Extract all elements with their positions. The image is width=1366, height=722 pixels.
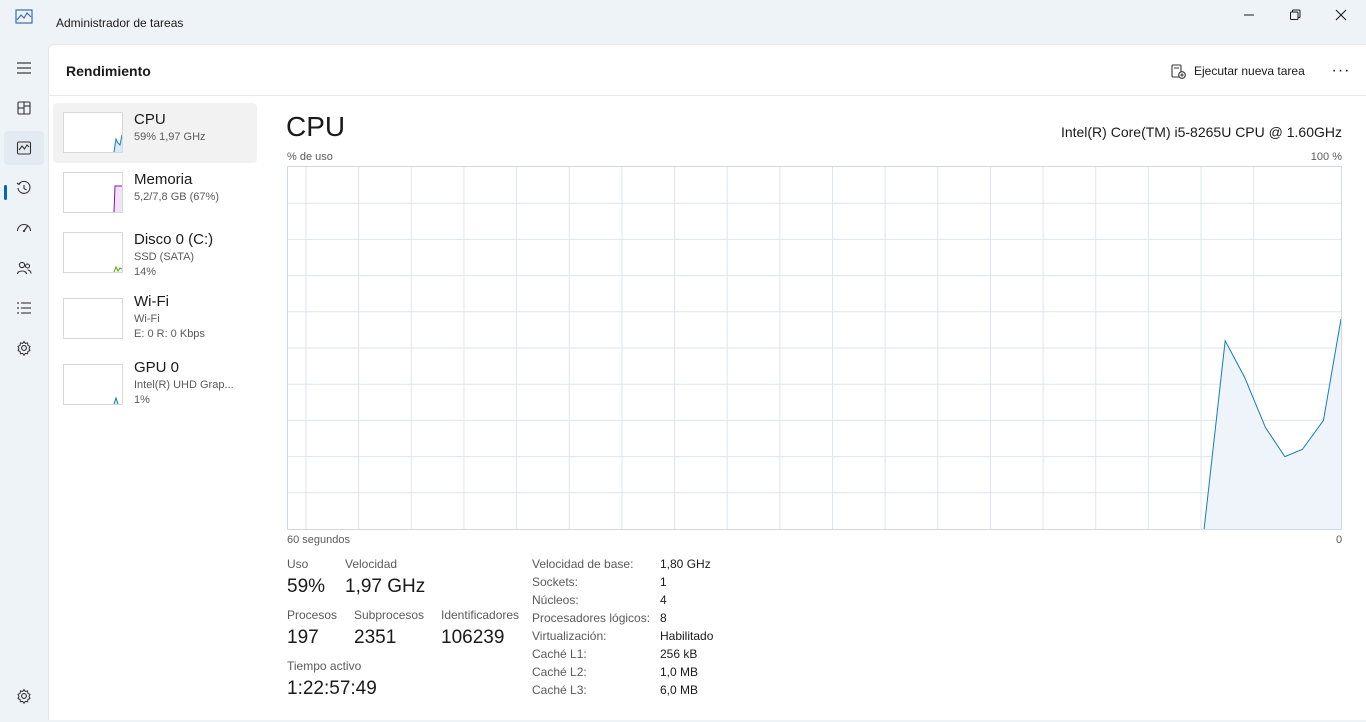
l1-cache-label: Caché L1: <box>532 647 587 661</box>
main-content: Rendimiento Ejecutar nueva tarea ··· CPU… <box>48 44 1366 720</box>
gpu-mini-graph <box>63 364 123 405</box>
l1-cache-value: 256 kB <box>660 647 698 661</box>
navigation-rail <box>0 44 48 722</box>
page-header: Rendimiento Ejecutar nueva tarea ··· <box>49 45 1366 96</box>
minimize-icon <box>1244 14 1254 16</box>
resource-detail: 59% 1,97 GHz <box>134 131 206 143</box>
resource-detail: 5,2/7,8 GB (67%) <box>134 191 219 203</box>
services-icon <box>17 340 31 356</box>
base-speed-value: 1,80 GHz <box>660 557 711 571</box>
logical-processors-label: Procesadores lógicos: <box>532 611 651 625</box>
details-icon <box>17 302 31 314</box>
new-task-icon <box>1171 63 1186 79</box>
cpu-usage-graph <box>287 166 1342 530</box>
uptime-label: Tiempo activo <box>287 659 362 673</box>
cores-label: Núcleos: <box>532 593 579 607</box>
memory-mini-graph <box>63 172 123 213</box>
maximize-button[interactable] <box>1272 0 1318 30</box>
minimize-button[interactable] <box>1226 0 1272 30</box>
page-title: Rendimiento <box>66 63 151 79</box>
handles-label: Identificadores <box>441 608 520 622</box>
startup-icon <box>16 223 32 233</box>
resource-item-wifi[interactable]: Wi-Fi Wi-Fi E: 0 R: 0 Kbps <box>53 289 257 349</box>
cpu-heading: CPU <box>286 111 346 142</box>
threads-label: Subprocesos <box>354 608 425 622</box>
more-options-icon: ··· <box>1331 62 1351 79</box>
time-axis-label: 60 segundos <box>287 534 350 546</box>
resource-name: Wi-Fi <box>134 293 169 310</box>
resource-name: Memoria <box>134 171 193 188</box>
close-button[interactable] <box>1318 0 1364 30</box>
more-options-button[interactable]: ··· <box>1327 59 1355 83</box>
nav-app-history[interactable] <box>4 171 44 205</box>
resource-item-gpu[interactable]: GPU 0 Intel(R) UHD Grap... 1% <box>53 355 257 415</box>
speed-value: 1,97 GHz <box>345 576 426 597</box>
usage-label: Uso <box>287 557 309 571</box>
settings-icon <box>17 688 31 704</box>
users-icon <box>16 261 32 275</box>
resource-item-disk[interactable]: Disco 0 (C:) SSD (SATA) 14% <box>53 223 257 283</box>
max-axis-label: 100 % <box>1310 151 1342 163</box>
cores-value: 4 <box>660 593 667 607</box>
resource-name: Disco 0 (C:) <box>134 231 214 248</box>
nav-users[interactable] <box>4 251 44 285</box>
processes-icon <box>17 101 31 115</box>
sockets-label: Sockets: <box>532 575 579 589</box>
logical-processors-value: 8 <box>660 611 667 625</box>
resource-detail: 14% <box>134 266 157 278</box>
cpu-model-name: Intel(R) Core(TM) i5-8265U CPU @ 1.60GHz <box>1060 124 1342 140</box>
virtualization-value: Habilitado <box>660 629 714 643</box>
resource-list: CPU 59% 1,97 GHz Memoria 5,2/7,8 GB (67%… <box>53 103 259 415</box>
resource-detail: SSD (SATA) <box>134 251 195 263</box>
processes-value: 197 <box>287 627 319 648</box>
window-title: Administrador de tareas <box>56 16 184 30</box>
history-icon <box>16 180 31 194</box>
l3-cache-label: Caché L3: <box>532 683 587 697</box>
l2-cache-label: Caché L2: <box>532 665 587 679</box>
menu-icon <box>17 62 31 74</box>
sockets-value: 1 <box>660 575 667 589</box>
uptime-value: 1:22:57:49 <box>287 678 377 699</box>
zero-axis-label: 0 <box>1336 534 1343 546</box>
performance-icon <box>16 141 32 155</box>
nav-settings[interactable] <box>4 679 44 713</box>
nav-processes[interactable] <box>4 91 44 125</box>
cpu-mini-graph <box>63 112 123 153</box>
resource-item-memory[interactable]: Memoria 5,2/7,8 GB (67%) <box>53 163 257 223</box>
hamburger-menu-button[interactable] <box>4 51 44 85</box>
usage-value: 59% <box>287 576 326 597</box>
resource-name: CPU <box>134 111 166 128</box>
handles-value: 106239 <box>441 627 505 648</box>
title-bar: Administrador de tareas <box>0 0 1366 44</box>
l2-cache-value: 1,0 MB <box>660 665 699 679</box>
disk-mini-graph <box>63 232 123 273</box>
virtualization-label: Virtualización: <box>532 629 607 643</box>
resource-detail: Wi-Fi <box>134 313 160 325</box>
run-new-task-label: Ejecutar nueva tarea <box>1194 64 1305 78</box>
wifi-mini-graph <box>63 298 123 339</box>
resource-detail: Intel(R) UHD Grap... <box>134 379 234 391</box>
restore-icon <box>1290 9 1301 20</box>
close-icon <box>1335 9 1347 21</box>
resource-name: GPU 0 <box>134 359 180 376</box>
l3-cache-value: 6,0 MB <box>660 683 699 697</box>
resource-detail: 1% <box>134 394 150 406</box>
processes-label: Procesos <box>287 608 338 622</box>
nav-details[interactable] <box>4 291 44 325</box>
resource-detail: E: 0 R: 0 Kbps <box>134 328 205 340</box>
base-speed-label: Velocidad de base: <box>532 557 634 571</box>
threads-value: 2351 <box>354 627 397 648</box>
cpu-usage-chart <box>288 167 1341 529</box>
nav-startup-apps[interactable] <box>4 211 44 245</box>
nav-performance[interactable] <box>4 131 44 165</box>
usage-axis-label: % de uso <box>287 151 333 163</box>
task-manager-app-icon <box>15 9 33 25</box>
run-new-task-button[interactable]: Ejecutar nueva tarea <box>1167 59 1309 83</box>
resource-item-cpu[interactable]: CPU 59% 1,97 GHz <box>53 103 257 163</box>
speed-label: Velocidad <box>345 557 398 571</box>
nav-services[interactable] <box>4 331 44 365</box>
